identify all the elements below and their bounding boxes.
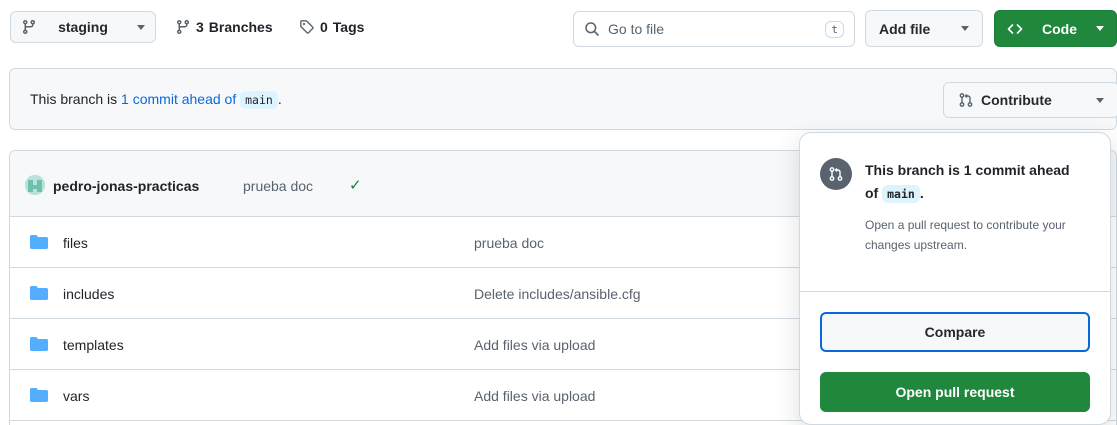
git-branch-icon [175, 19, 191, 35]
branch-name: staging [58, 19, 108, 35]
git-branch-icon [21, 19, 37, 35]
contribute-popover: This branch is 1 commit ahead of main. O… [799, 132, 1111, 425]
go-to-file-placeholder: Go to file [608, 21, 665, 37]
folder-icon [30, 286, 48, 300]
compare-button[interactable]: Compare [820, 312, 1090, 352]
tags-label: Tags [332, 19, 365, 35]
commits-ahead-link[interactable]: 1 commit ahead of [121, 91, 236, 107]
chevron-down-icon [1096, 26, 1104, 31]
contribute-label: Contribute [981, 92, 1052, 108]
file-name[interactable]: includes [63, 286, 114, 302]
search-icon [584, 21, 600, 37]
tag-icon [299, 19, 315, 35]
code-icon [1007, 21, 1023, 37]
file-commit-message[interactable]: Add files via upload [474, 388, 595, 404]
chevron-down-icon [961, 26, 969, 31]
go-to-file-input[interactable]: Go to file t [573, 11, 855, 47]
base-branch-code: main [240, 91, 278, 109]
folder-icon [30, 235, 48, 249]
branches-label: Branches [208, 19, 273, 35]
keyboard-shortcut-hint: t [825, 20, 844, 38]
file-commit-message[interactable]: Delete includes/ansible.cfg [474, 286, 641, 302]
branch-comparison-text: This branch is 1 commit ahead of main. [30, 91, 282, 109]
file-name[interactable]: templates [63, 337, 124, 353]
divider [800, 291, 1110, 292]
chevron-down-icon [1096, 97, 1104, 103]
avatar[interactable] [25, 175, 45, 195]
tags-link[interactable]: 0 Tags [299, 19, 364, 35]
base-branch-code: main [882, 185, 920, 203]
branch-selector-button[interactable]: staging [10, 11, 156, 43]
add-file-label: Add file [879, 20, 931, 37]
git-pull-request-icon [820, 158, 852, 190]
add-file-button[interactable]: Add file [865, 10, 983, 47]
file-name[interactable]: vars [63, 388, 89, 404]
chevron-down-icon [137, 24, 145, 30]
branch-comparison-bar: This branch is 1 commit ahead of main. C… [9, 68, 1117, 130]
contribute-button[interactable]: Contribute [943, 82, 1117, 118]
popover-description: Open a pull request to contribute your c… [865, 218, 1066, 252]
check-icon[interactable]: ✓ [349, 176, 362, 194]
popover-title: This branch is 1 commit ahead of main. [865, 162, 1070, 203]
file-commit-message[interactable]: Add files via upload [474, 337, 595, 353]
git-pull-request-icon [958, 92, 974, 108]
code-button[interactable]: Code [994, 10, 1117, 47]
commit-author[interactable]: pedro-jonas-practicas [53, 178, 199, 194]
folder-icon [30, 337, 48, 351]
open-pull-request-button[interactable]: Open pull request [820, 372, 1090, 412]
folder-icon [30, 388, 48, 402]
branches-link[interactable]: 3 Branches [175, 19, 273, 35]
file-commit-message[interactable]: prueba doc [474, 235, 544, 251]
branches-count: 3 [196, 19, 204, 35]
commit-message[interactable]: prueba doc [243, 178, 313, 194]
file-name[interactable]: files [63, 235, 88, 251]
tags-count: 0 [320, 19, 328, 35]
code-label: Code [1042, 20, 1077, 37]
